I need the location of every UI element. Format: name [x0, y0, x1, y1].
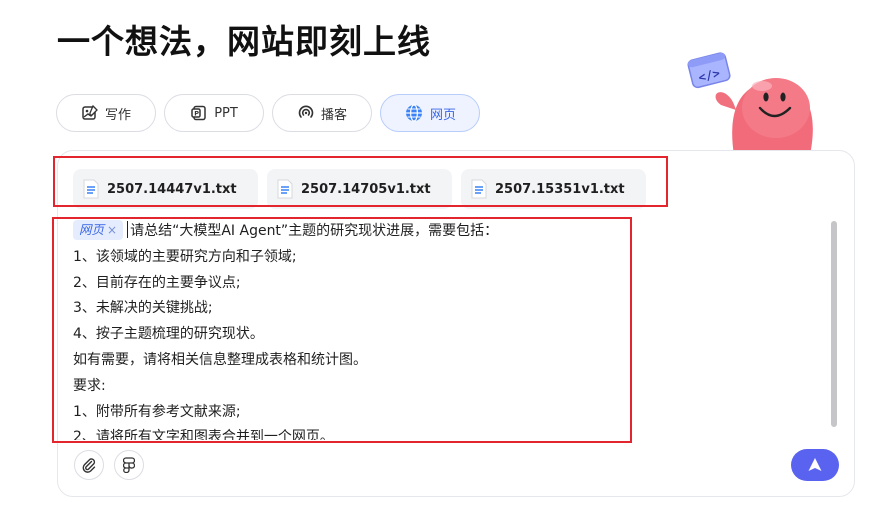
globe-icon	[405, 104, 422, 122]
mascot-illustration: </>	[687, 52, 813, 155]
text-file-icon	[277, 179, 293, 199]
attached-files: 2507.14447v1.txt 2507.14705v1.txt 2507.1…	[73, 169, 646, 209]
webpage-mode-chip[interactable]: 网页 ×	[73, 220, 124, 240]
prompt-line: 1、附带所有参考文献来源;	[73, 403, 241, 420]
podcast-icon	[298, 105, 314, 118]
file-card[interactable]: 2507.15351v1.txt	[461, 169, 646, 209]
prompt-line: 如有需要，请将相关信息整理成表格和统计图。	[73, 351, 367, 368]
tab-label: 网页	[429, 107, 456, 123]
send-button[interactable]	[791, 449, 839, 481]
prompt-line: 网页 × 请总结“大模型AI Agent”主题的研究现状进展，需要包括：	[73, 219, 618, 245]
paperclip-icon	[82, 458, 96, 473]
figma-icon	[123, 457, 135, 473]
tab-writing[interactable]: 写作	[56, 94, 156, 132]
tab-label: PPT	[214, 105, 238, 121]
editor-scrollbar[interactable]	[831, 221, 837, 427]
tab-label: 播客	[320, 107, 347, 123]
file-card[interactable]: 2507.14705v1.txt	[267, 169, 452, 209]
file-name: 2507.14705v1.txt	[301, 181, 431, 197]
chip-label: 网页	[79, 222, 105, 237]
prompt-text: 请总结“大模型AI Agent”主题的研究现状进展，需要包括：	[130, 223, 499, 239]
svg-text:P: P	[194, 110, 199, 118]
figma-button[interactable]	[114, 450, 144, 480]
attach-button[interactable]	[74, 450, 104, 480]
text-file-icon	[471, 179, 487, 199]
send-arrow-icon	[808, 458, 822, 471]
text-caret	[127, 221, 129, 238]
chip-close-icon[interactable]: ×	[107, 220, 117, 240]
file-card[interactable]: 2507.14447v1.txt	[73, 169, 258, 209]
prompt-line: 4、按子主题梳理的研究现状。	[73, 326, 264, 343]
prompt-line: 2、目前存在的主要争议点;	[73, 274, 241, 291]
tab-ppt[interactable]: P PPT	[164, 94, 264, 132]
prompt-line: 1、该领域的主要研究方向和子领域;	[73, 248, 297, 265]
tab-webpage[interactable]: 网页	[380, 94, 480, 132]
prompt-line: 2、请将所有文字和图表合并到一个网页。	[73, 429, 334, 440]
prompt-textarea[interactable]: 网页 × 请总结“大模型AI Agent”主题的研究现状进展，需要包括： 1、该领域…	[73, 219, 618, 440]
mode-tabs: 写作 P PPT 播客 网页	[56, 94, 480, 132]
prompt-line: 要求:	[73, 377, 106, 394]
tab-label: 写作	[104, 107, 131, 123]
file-name: 2507.14447v1.txt	[107, 181, 237, 197]
file-name: 2507.15351v1.txt	[495, 181, 625, 197]
page-title: 一个想法，网站即刻上线	[57, 22, 431, 61]
prompt-line: 3、未解决的关键挑战;	[73, 300, 213, 317]
tab-podcast[interactable]: 播客	[272, 94, 372, 132]
text-file-icon	[83, 179, 99, 199]
ppt-icon: P	[191, 105, 206, 121]
pen-image-icon	[82, 104, 98, 120]
